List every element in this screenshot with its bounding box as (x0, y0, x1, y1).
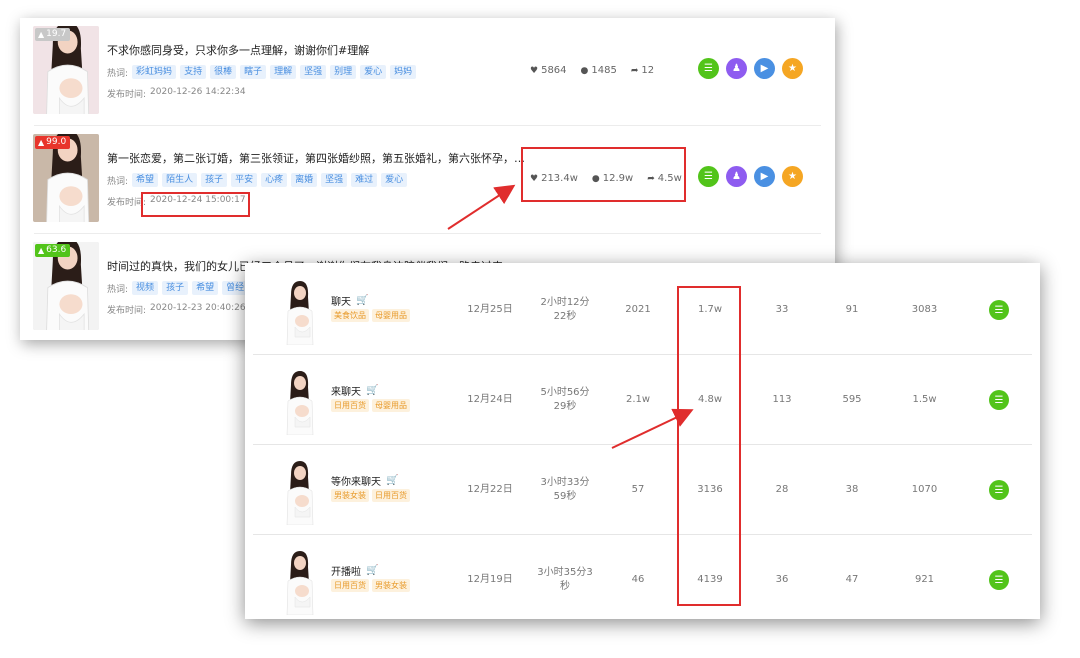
arrow-to-stats (448, 187, 512, 229)
arrow-to-column (612, 411, 690, 448)
annotation-arrows (0, 0, 1080, 658)
